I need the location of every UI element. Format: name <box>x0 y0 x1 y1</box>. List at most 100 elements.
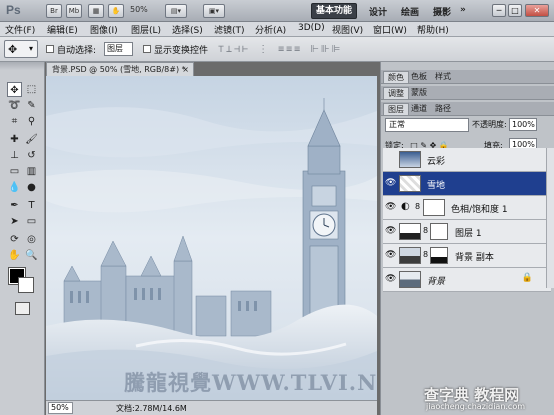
layer-row-layer-1[interactable]: 👁 8 图层 1 <box>383 220 551 244</box>
document-title: 背景.PSD @ 50% (雪地, RGB/8#) * <box>52 65 186 74</box>
background-color-swatch[interactable] <box>18 277 34 293</box>
crop-tool-icon[interactable]: ⌗ <box>7 114 22 129</box>
layer-row-background[interactable]: 👁 背景 🔒 <box>383 268 551 292</box>
link-icon: 8 <box>423 226 429 235</box>
eye-icon[interactable]: 👁 <box>385 225 396 237</box>
tab-masks[interactable]: 蒙版 <box>407 87 431 99</box>
workspace-photography[interactable]: 摄影 <box>433 5 451 18</box>
gradient-tool-icon[interactable]: ▥ <box>24 164 39 179</box>
quick-select-tool-icon[interactable]: ✎ <box>24 98 39 113</box>
workspace-essentials[interactable]: 基本功能 <box>311 3 357 19</box>
layer-row-hue-saturation[interactable]: 👁 ◐ 8 色相/饱和度 1 <box>383 196 551 220</box>
status-bar: 50% 文档:2.78M/14.6M <box>46 400 377 415</box>
workspace-design[interactable]: 设计 <box>369 5 387 18</box>
hand-tool-icon[interactable]: ✋ <box>7 248 22 263</box>
history-brush-tool-icon[interactable]: ↺ <box>24 148 39 163</box>
menu-view[interactable]: 视图(V) <box>332 23 363 36</box>
tab-adjustments[interactable]: 调整 <box>383 87 409 99</box>
layer-row-background-copy[interactable]: 👁 8 背景 副本 <box>383 244 551 268</box>
menu-select[interactable]: 选择(S) <box>172 23 203 36</box>
zoom-tool-icon[interactable]: 🔍 <box>24 248 39 263</box>
maximize-button[interactable]: □ <box>508 4 522 17</box>
workspace-more-icon[interactable]: » <box>460 5 466 15</box>
tab-swatches[interactable]: 色板 <box>407 71 431 83</box>
eraser-tool-icon[interactable]: ▭ <box>7 164 22 179</box>
layer-row-snow[interactable]: 👁 雪地 <box>383 172 551 196</box>
document-tab[interactable]: 背景.PSD @ 50% (雪地, RGB/8#) * × <box>46 62 194 76</box>
arrange-documents-icon[interactable]: ▤▾ <box>165 4 187 18</box>
menu-bar: 文件(F) 编辑(E) 图像(I) 图层(L) 选择(S) 滤镜(T) 分析(A… <box>0 22 554 37</box>
brush-tool-icon[interactable]: 🖌 <box>24 132 39 147</box>
menu-edit[interactable]: 编辑(E) <box>47 23 78 36</box>
menu-file[interactable]: 文件(F) <box>5 23 35 36</box>
layer-thumbnail <box>399 271 421 288</box>
pen-tool-icon[interactable]: ✒ <box>7 198 22 213</box>
layer-row-clouds[interactable]: 云彩 <box>383 148 551 172</box>
grid-view-icon[interactable]: ▦ <box>88 4 104 18</box>
bridge-icon[interactable]: Br <box>46 4 62 18</box>
close-button[interactable]: ✕ <box>525 4 549 17</box>
eyedropper-tool-icon[interactable]: ⚲ <box>24 114 39 129</box>
show-transform-checkbox[interactable] <box>143 45 151 53</box>
tab-paths[interactable]: 路径 <box>431 103 455 115</box>
opacity-field[interactable]: 100% <box>509 118 537 131</box>
3d-rotate-tool-icon[interactable]: ⟳ <box>7 232 22 247</box>
auto-select-dropdown[interactable]: 图层 <box>104 42 133 56</box>
hand-zoom-icon[interactable]: ✋ <box>108 4 124 18</box>
adjustments-panel-tabs: 调整 蒙版 <box>381 86 554 100</box>
menu-analysis[interactable]: 分析(A) <box>255 23 286 36</box>
zoom-field[interactable]: 50% <box>48 402 73 414</box>
path-select-tool-icon[interactable]: ➤ <box>7 214 22 229</box>
workspace-painting[interactable]: 绘画 <box>401 5 419 18</box>
photoshop-logo: Ps <box>6 3 21 17</box>
tool-preset-picker[interactable]: ✥ ▾ <box>4 40 38 58</box>
minimize-button[interactable]: ─ <box>492 4 506 17</box>
eye-icon[interactable]: 👁 <box>385 249 396 261</box>
adjustment-layer-icon: ◐ <box>401 201 410 212</box>
eye-icon[interactable]: 👁 <box>385 177 396 189</box>
move-tool-icon[interactable]: ✥ <box>7 82 22 97</box>
canvas-artwork <box>46 76 377 400</box>
shape-tool-icon[interactable]: ▭ <box>24 214 39 229</box>
toolbox-grip[interactable] <box>0 62 44 70</box>
screen-mode-icon[interactable]: ▣▾ <box>203 4 225 18</box>
menu-layer[interactable]: 图层(L) <box>131 23 161 36</box>
clone-stamp-tool-icon[interactable]: ⊥ <box>7 148 22 163</box>
blur-tool-icon[interactable]: 💧 <box>7 180 22 195</box>
healing-brush-tool-icon[interactable]: ✚ <box>7 132 22 147</box>
close-tab-icon[interactable]: × <box>182 63 189 76</box>
tab-layers[interactable]: 图层 <box>383 103 409 115</box>
visibility-toggle[interactable] <box>385 153 396 165</box>
menu-filter[interactable]: 滤镜(T) <box>214 23 245 36</box>
align-distribute-icons[interactable]: ⊤⊥⊣⊢ ⋮ ≡≡≡ ⊩⊪⊫ <box>218 44 342 55</box>
layers-scrollbar[interactable] <box>546 148 554 288</box>
type-tool-icon[interactable]: T <box>24 198 39 213</box>
dodge-tool-icon[interactable]: ● <box>24 180 39 195</box>
mask-thumbnail <box>430 247 448 264</box>
mini-bridge-icon[interactable]: Mb <box>66 4 82 18</box>
auto-select-checkbox[interactable] <box>46 45 54 53</box>
3d-orbit-tool-icon[interactable]: ◎ <box>24 232 39 247</box>
zoom-dropdown[interactable]: 50% <box>130 5 148 14</box>
move-tool-icon: ✥ <box>8 43 18 56</box>
menu-window[interactable]: 窗口(W) <box>373 23 407 36</box>
marquee-tool-icon[interactable]: ⬚ <box>24 82 39 97</box>
color-panel-tabs: 颜色 色板 样式 <box>381 70 554 84</box>
canvas[interactable]: 騰龍視覺WWW.TLVI.NET <box>46 76 377 400</box>
tab-channels[interactable]: 通道 <box>407 103 431 115</box>
chevron-down-icon: ▾ <box>29 44 34 53</box>
blend-mode-dropdown[interactable]: 正常 <box>385 118 469 132</box>
layer-name: 雪地 <box>427 181 446 191</box>
tab-styles[interactable]: 样式 <box>431 71 455 83</box>
menu-help[interactable]: 帮助(H) <box>417 23 449 36</box>
document-info[interactable]: 文档:2.78M/14.6M <box>116 403 187 414</box>
layer-thumbnail <box>399 247 421 264</box>
mask-thumbnail <box>430 223 448 240</box>
eye-icon[interactable]: 👁 <box>385 273 396 285</box>
tab-color[interactable]: 颜色 <box>383 71 409 83</box>
quick-mask-button[interactable] <box>15 302 30 315</box>
eye-icon[interactable]: 👁 <box>385 201 396 213</box>
menu-3d[interactable]: 3D(D) <box>298 23 325 33</box>
lasso-tool-icon[interactable]: ➰ <box>7 98 22 113</box>
menu-image[interactable]: 图像(I) <box>90 23 118 36</box>
